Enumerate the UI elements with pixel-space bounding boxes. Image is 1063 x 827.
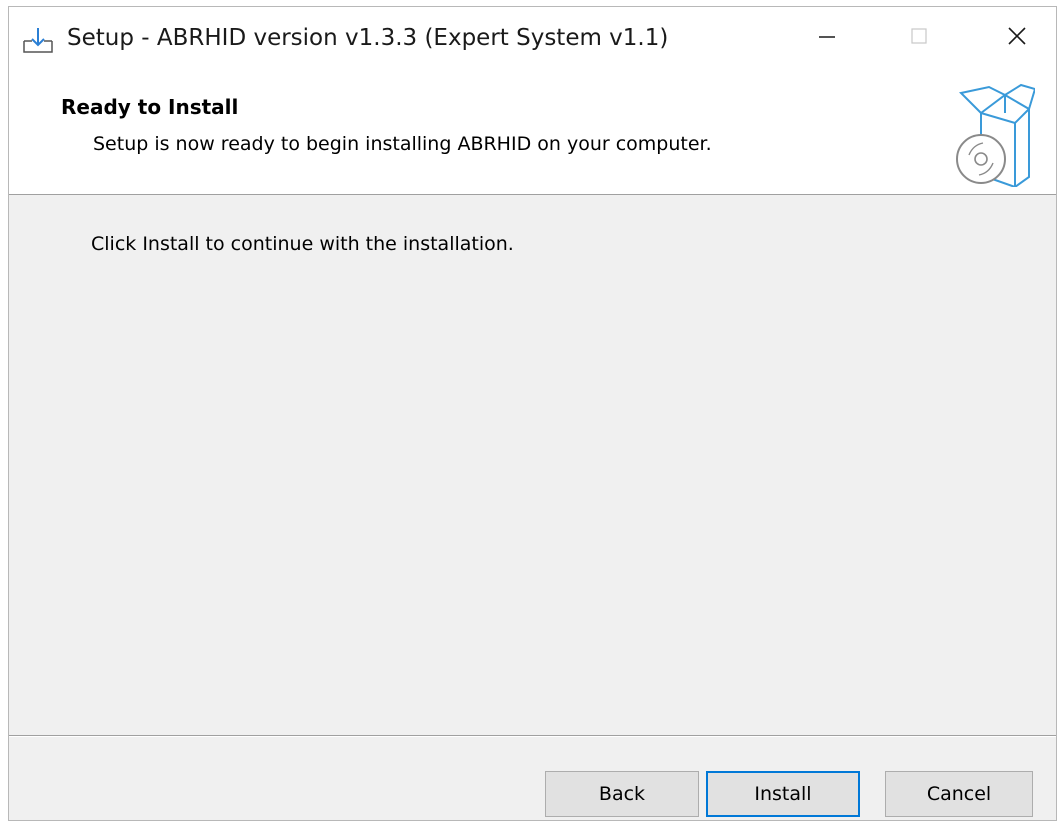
software-box-disc-icon <box>945 83 1037 189</box>
back-button[interactable]: Back <box>545 771 699 817</box>
page-subtitle: Setup is now ready to begin installing A… <box>93 133 712 155</box>
installer-download-icon <box>23 27 57 53</box>
close-button[interactable] <box>977 7 1056 69</box>
window-title: Setup - ABRHID version v1.3.3 (Expert Sy… <box>67 25 669 51</box>
wizard-body: Click Install to continue with the insta… <box>9 196 1056 733</box>
cancel-button[interactable]: Cancel <box>885 771 1033 817</box>
wizard-footer: Back Install Cancel <box>9 737 1056 820</box>
page-title: Ready to Install <box>61 95 239 119</box>
instruction-text: Click Install to continue with the insta… <box>91 233 514 255</box>
minimize-button[interactable] <box>787 7 867 69</box>
wizard-header: Ready to Install Setup is now ready to b… <box>9 69 1056 195</box>
maximize-button[interactable] <box>879 7 959 69</box>
minimize-icon <box>817 26 837 50</box>
title-bar[interactable]: Setup - ABRHID version v1.3.3 (Expert Sy… <box>9 7 1056 69</box>
maximize-icon <box>909 26 929 50</box>
install-button[interactable]: Install <box>706 771 860 817</box>
setup-window: Setup - ABRHID version v1.3.3 (Expert Sy… <box>8 6 1057 821</box>
close-icon <box>1006 25 1028 51</box>
